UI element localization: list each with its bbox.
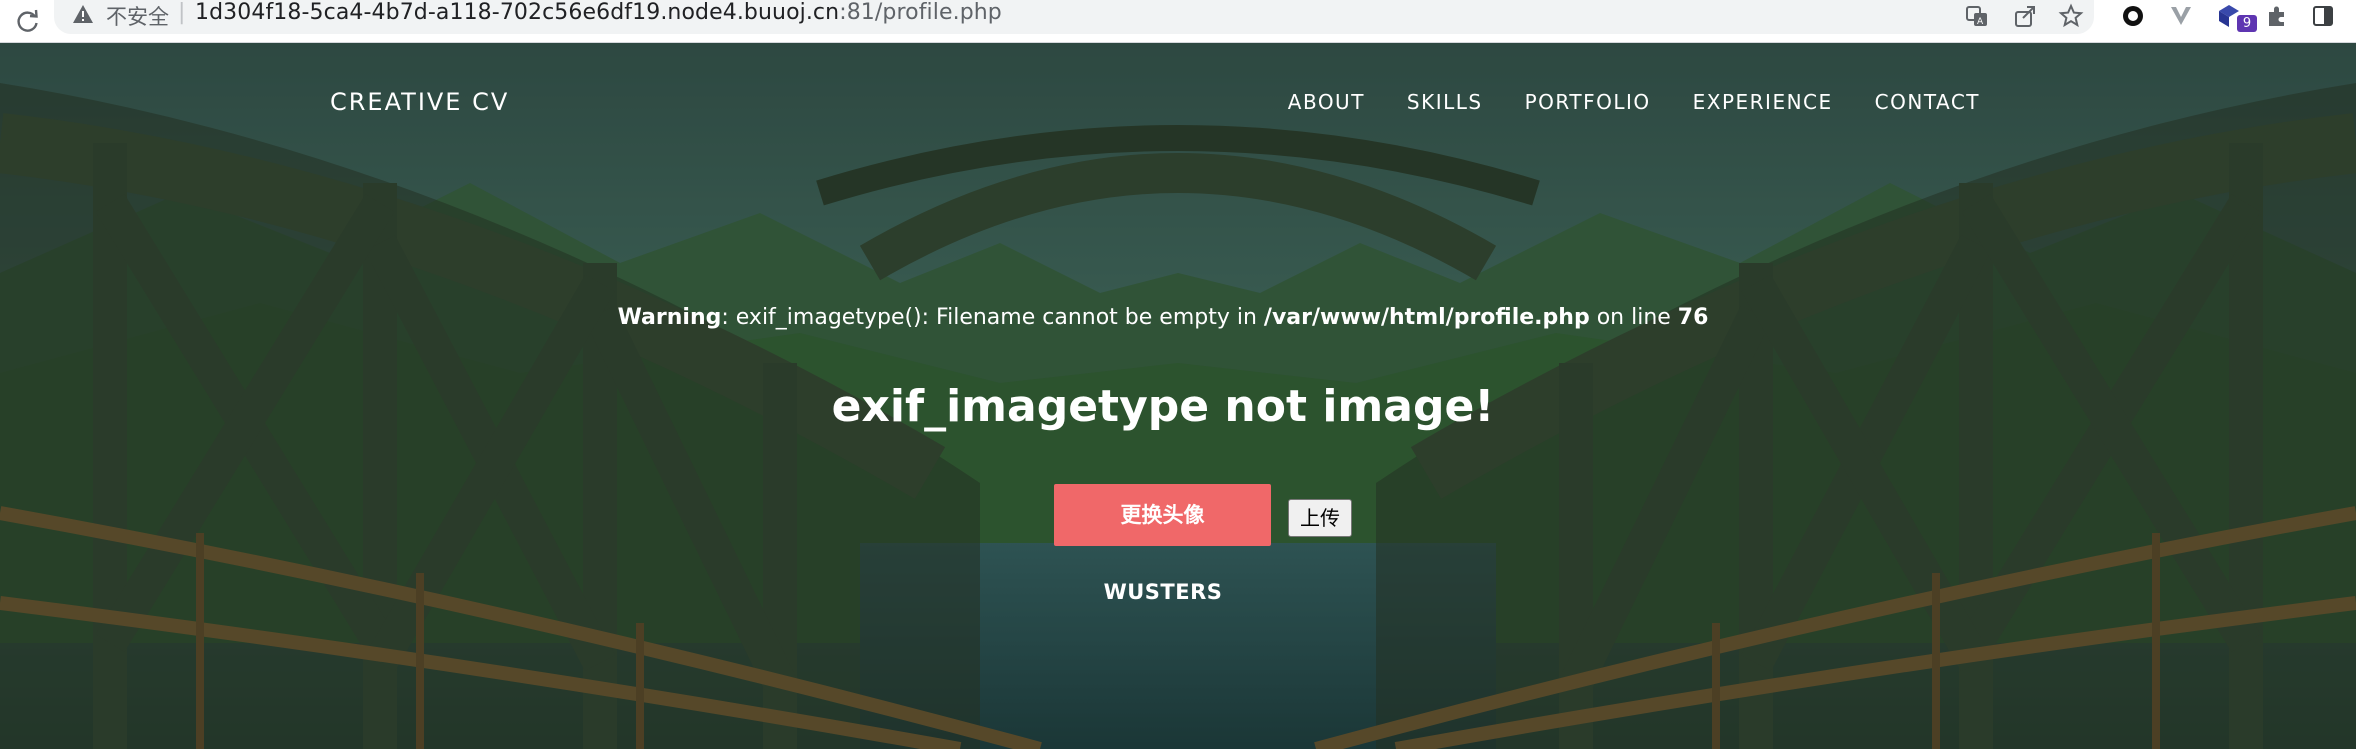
v-extension-icon[interactable]: [2168, 3, 2194, 29]
translate-icon[interactable]: A: [1964, 3, 1990, 29]
share-icon[interactable]: [2012, 3, 2038, 29]
change-avatar-button[interactable]: 更换头像: [1054, 484, 1271, 546]
url-text[interactable]: 1d304f18-5ca4-4b7d-a118-702c56e6df19.nod…: [195, 0, 1002, 25]
url-path: :81/profile.php: [839, 0, 1002, 25]
nav-link-portfolio[interactable]: PORTFOLIO: [1525, 90, 1651, 114]
browser-toolbar: 不安全 | 1d304f18-5ca4-4b7d-a118-702c56e6df…: [0, 0, 2356, 43]
warning-label: Warning: [617, 305, 722, 330]
extension-badge: 9: [2237, 15, 2257, 32]
reload-icon[interactable]: [14, 7, 42, 35]
site-navbar: CREATIVE CV ABOUT SKILLS PORTFOLIO EXPER…: [0, 43, 2356, 163]
url-host: 1d304f18-5ca4-4b7d-a118-702c56e6df19.nod…: [195, 0, 840, 25]
result-title: exif_imagetype not image!: [831, 381, 1495, 432]
nav-link-contact[interactable]: CONTACT: [1875, 90, 1980, 114]
php-warning: Warning: exif_imagetype(): Filename cann…: [0, 305, 2326, 330]
warning-on-line: on line: [1589, 305, 1678, 330]
nav-link-about[interactable]: ABOUT: [1288, 90, 1365, 114]
hero-section: CREATIVE CV ABOUT SKILLS PORTFOLIO EXPER…: [0, 43, 2356, 749]
warning-triangle-icon[interactable]: [72, 3, 94, 25]
address-bar[interactable]: 不安全 | 1d304f18-5ca4-4b7d-a118-702c56e6df…: [54, 0, 2094, 34]
upload-button[interactable]: 上传: [1288, 499, 1352, 537]
nav-link-skills[interactable]: SKILLS: [1407, 90, 1483, 114]
ring-extension-icon[interactable]: [2120, 3, 2146, 29]
puzzle-extensions-icon[interactable]: [2264, 3, 2290, 29]
security-label[interactable]: 不安全: [106, 1, 169, 31]
warning-path: /var/www/html/profile.php: [1263, 305, 1590, 330]
warning-message: : exif_imagetype(): Filename cannot be e…: [721, 305, 1264, 330]
side-panel-icon[interactable]: [2310, 3, 2336, 29]
svg-text:A: A: [1977, 17, 1984, 27]
url-separator: |: [178, 0, 186, 25]
username: WUSTERS: [1103, 580, 1223, 604]
site-brand[interactable]: CREATIVE CV: [330, 88, 509, 116]
nav-link-experience[interactable]: EXPERIENCE: [1693, 90, 1833, 114]
bookmark-star-icon[interactable]: [2058, 3, 2084, 29]
warning-line-number: 76: [1677, 305, 1709, 330]
nav-links: ABOUT SKILLS PORTFOLIO EXPERIENCE CONTAC…: [1288, 90, 1980, 114]
